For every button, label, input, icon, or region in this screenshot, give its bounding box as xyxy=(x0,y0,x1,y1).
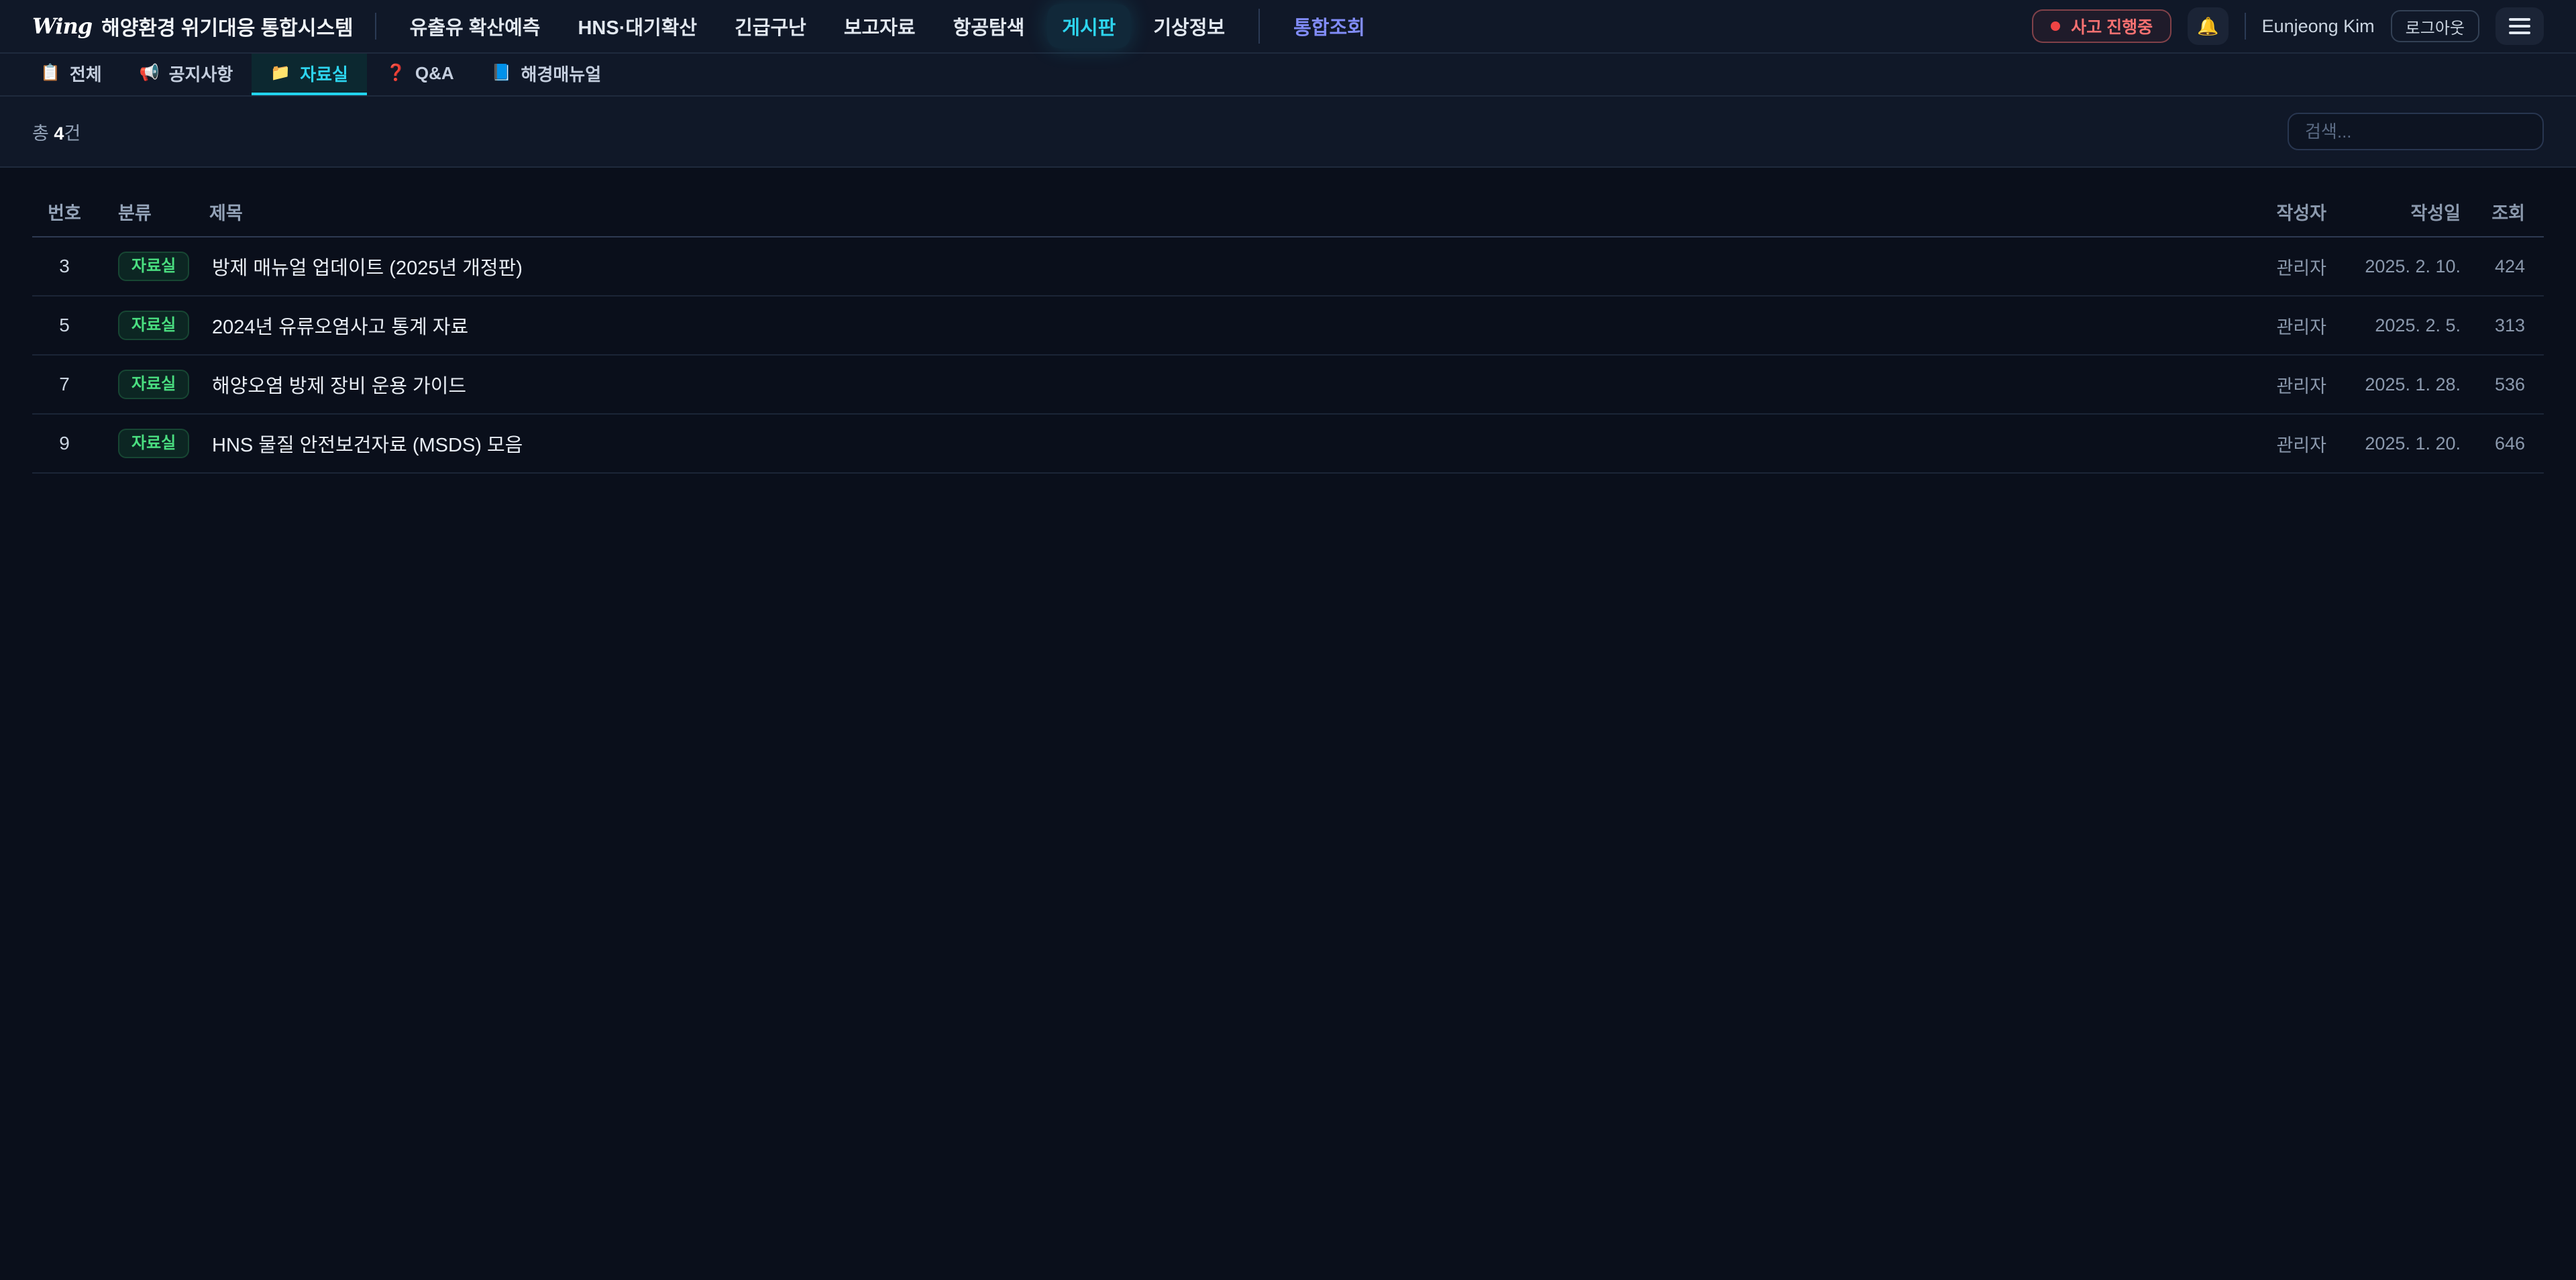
incident-label: 사고 진행중 xyxy=(2071,14,2153,38)
main-nav: 유출유 확산예측 HNS·대기확산 긴급구난 보고자료 항공탐색 게시판 기상정… xyxy=(395,4,1380,48)
search-input[interactable] xyxy=(2288,113,2544,150)
nav-divider xyxy=(1258,9,1260,44)
tab-manual[interactable]: 📘 해경매뉴얼 xyxy=(473,54,621,95)
user-divider xyxy=(2245,13,2246,40)
board-toolbar: 총 4건 xyxy=(0,97,2576,168)
table-row[interactable]: 5 자료실 2024년 유류오염사고 통계 자료 관리자 2025. 2. 5.… xyxy=(32,297,2544,356)
col-header-views: 조회 xyxy=(2461,199,2544,225)
nav-item-oil-spill-prediction[interactable]: 유출유 확산예측 xyxy=(395,4,555,48)
post-title[interactable]: 방제 매뉴얼 업데이트 (2025년 개정판) xyxy=(209,252,2145,280)
post-number: 9 xyxy=(32,433,97,454)
category-badge: 자료실 xyxy=(118,370,189,398)
nav-item-aerial-search[interactable]: 항공탐색 xyxy=(938,4,1040,48)
col-header-date: 작성일 xyxy=(2326,199,2461,225)
nav-item-emergency-rescue[interactable]: 긴급구난 xyxy=(720,4,821,48)
col-header-author: 작성자 xyxy=(2145,199,2326,225)
question-mark-icon: ❓ xyxy=(386,65,406,81)
tab-all-label: 전체 xyxy=(70,61,102,86)
col-header-category: 분류 xyxy=(97,199,209,225)
tab-notice[interactable]: 📢 공지사항 xyxy=(121,54,252,95)
post-title[interactable]: 2024년 유류오염사고 통계 자료 xyxy=(209,311,2145,339)
post-author: 관리자 xyxy=(2145,431,2326,457)
post-date: 2025. 1. 28. xyxy=(2326,374,2461,395)
nav-item-weather-info[interactable]: 기상정보 xyxy=(1138,4,1240,48)
logout-button[interactable]: 로그아웃 xyxy=(2391,10,2479,42)
tab-resources-label: 자료실 xyxy=(300,61,348,86)
post-author: 관리자 xyxy=(2145,313,2326,339)
brand[interactable]: Wing 해양환경 위기대응 통합시스템 xyxy=(32,11,354,41)
wing-logo: Wing xyxy=(32,13,92,39)
notification-bell-button[interactable]: 🔔 xyxy=(2188,7,2228,45)
total-count: 총 4건 xyxy=(32,119,80,145)
incident-in-progress-badge[interactable]: 사고 진행중 xyxy=(2032,9,2171,43)
post-number: 3 xyxy=(32,256,97,277)
blue-book-icon: 📘 xyxy=(492,65,512,81)
table-row[interactable]: 9 자료실 HNS 물질 안전보건자료 (MSDS) 모음 관리자 2025. … xyxy=(32,415,2544,474)
category-badge: 자료실 xyxy=(118,311,189,339)
incident-dot-icon xyxy=(2051,21,2060,31)
username: Eunjeong Kim xyxy=(2262,16,2375,37)
top-navbar: Wing 해양환경 위기대응 통합시스템 유출유 확산예측 HNS·대기확산 긴… xyxy=(0,0,2576,54)
nav-item-hns-air-diffusion[interactable]: HNS·대기확산 xyxy=(563,4,712,48)
board-content: 번호 분류 제목 작성자 작성일 조회 3 자료실 방제 매뉴얼 업데이트 (2… xyxy=(0,168,2576,474)
post-views: 313 xyxy=(2461,315,2544,336)
board-tabbar: 📋 전체 📢 공지사항 📁 자료실 ❓ Q&A 📘 해경매뉴얼 xyxy=(0,54,2576,97)
post-number: 7 xyxy=(32,374,97,395)
tab-qna-label: Q&A xyxy=(415,63,454,84)
nav-item-board-active[interactable]: 게시판 xyxy=(1047,4,1130,48)
post-views: 536 xyxy=(2461,374,2544,395)
bell-icon: 🔔 xyxy=(2197,16,2218,37)
post-title[interactable]: 해양오염 방제 장비 운용 가이드 xyxy=(209,370,2145,398)
post-date: 2025. 1. 20. xyxy=(2326,433,2461,454)
megaphone-icon: 📢 xyxy=(140,65,160,81)
table-row[interactable]: 7 자료실 해양오염 방제 장비 운용 가이드 관리자 2025. 1. 28.… xyxy=(32,356,2544,415)
post-number: 5 xyxy=(32,315,97,336)
post-title[interactable]: HNS 물질 안전보건자료 (MSDS) 모음 xyxy=(209,429,2145,458)
navbar-right: 사고 진행중 🔔 Eunjeong Kim 로그아웃 xyxy=(2032,7,2544,45)
post-author: 관리자 xyxy=(2145,372,2326,398)
category-badge: 자료실 xyxy=(118,429,189,458)
hamburger-menu-icon xyxy=(2509,18,2530,21)
app-root: Wing 해양환경 위기대응 통합시스템 유출유 확산예측 HNS·대기확산 긴… xyxy=(0,0,2576,1280)
tab-notice-label: 공지사항 xyxy=(169,61,233,86)
app-title: 해양환경 위기대응 통합시스템 xyxy=(101,11,353,41)
post-author: 관리자 xyxy=(2145,254,2326,280)
tab-qna[interactable]: ❓ Q&A xyxy=(367,54,473,95)
post-views: 646 xyxy=(2461,433,2544,454)
tab-resources-active[interactable]: 📁 자료실 xyxy=(252,54,367,95)
table-row[interactable]: 3 자료실 방제 매뉴얼 업데이트 (2025년 개정판) 관리자 2025. … xyxy=(32,237,2544,297)
nav-item-reports[interactable]: 보고자료 xyxy=(829,4,930,48)
post-views: 424 xyxy=(2461,256,2544,277)
nav-item-integrated-search[interactable]: 통합조회 xyxy=(1279,4,1380,48)
col-header-title: 제목 xyxy=(209,199,2145,225)
clipboard-icon: 📋 xyxy=(40,65,60,81)
brand-divider xyxy=(375,13,376,40)
col-header-number: 번호 xyxy=(32,199,97,225)
category-badge: 자료실 xyxy=(118,252,189,280)
post-date: 2025. 2. 10. xyxy=(2326,256,2461,277)
tab-manual-label: 해경매뉴얼 xyxy=(521,61,602,86)
post-date: 2025. 2. 5. xyxy=(2326,315,2461,336)
table-header-row: 번호 분류 제목 작성자 작성일 조회 xyxy=(32,186,2544,237)
total-count-number: 4 xyxy=(54,123,64,144)
folder-icon: 📁 xyxy=(270,65,290,81)
tab-all[interactable]: 📋 전체 xyxy=(21,54,121,95)
hamburger-menu-button[interactable] xyxy=(2496,7,2544,45)
